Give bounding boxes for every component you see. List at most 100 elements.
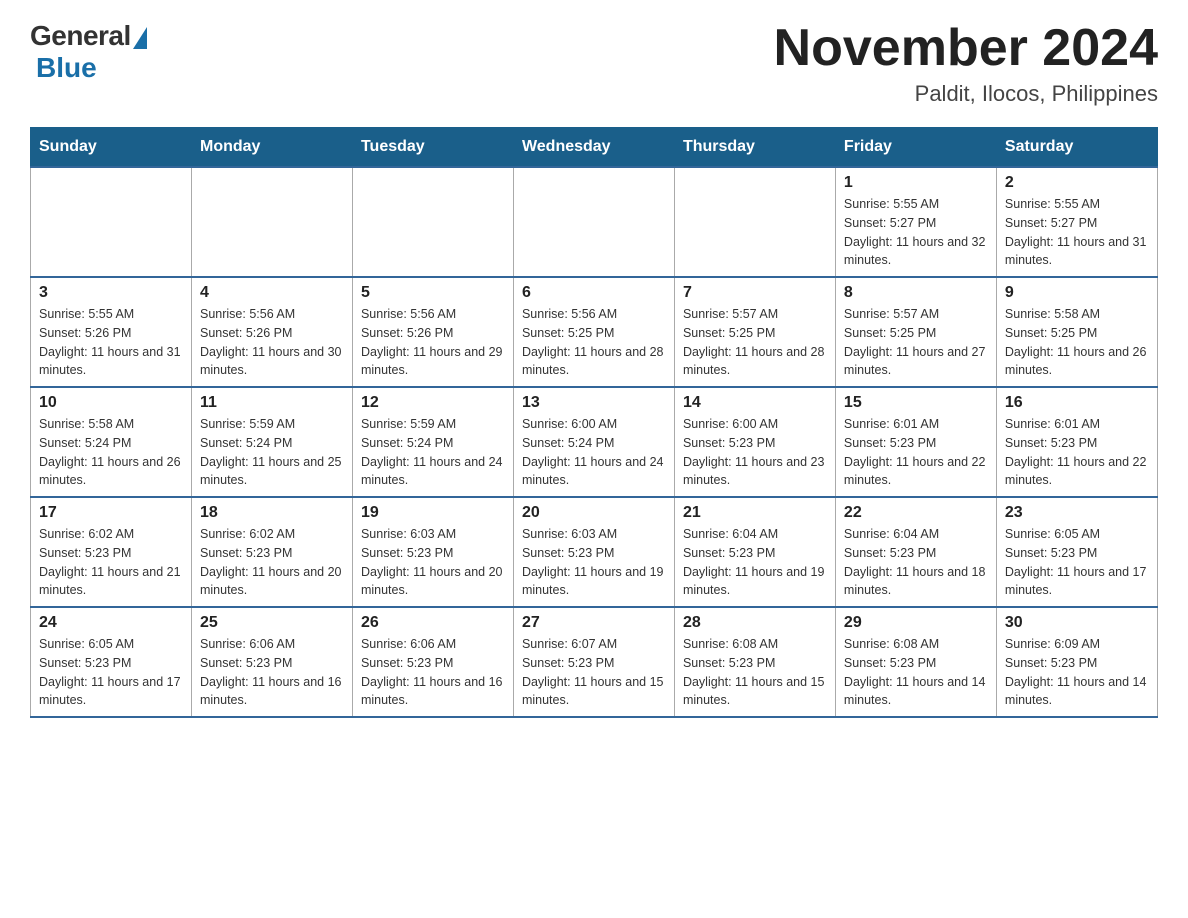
day-number: 2: [1005, 174, 1149, 192]
calendar-cell: 24 Sunrise: 6:05 AMSunset: 5:23 PMDayligh…: [31, 607, 192, 717]
day-info: Sunrise: 5:58 AMSunset: 5:25 PMDaylight:…: [1005, 305, 1149, 380]
day-info: Sunrise: 5:59 AMSunset: 5:24 PMDaylight:…: [200, 415, 344, 490]
page-header: General Blue November 2024 Paldit, Iloco…: [30, 20, 1158, 107]
calendar-cell: 1Sunrise: 5:55 AMSunset: 5:27 PMDaylight…: [835, 167, 996, 277]
day-info: Sunrise: 5:56 AMSunset: 5:26 PMDaylight:…: [361, 305, 505, 380]
day-info: Sunrise: 5:57 AMSunset: 5:25 PMDaylight:…: [844, 305, 988, 380]
calendar-cell: 15Sunrise: 6:01 AMSunset: 5:23 PMDayligh…: [835, 387, 996, 497]
day-number: 20: [522, 504, 666, 522]
logo-blue-text: Blue: [36, 52, 97, 84]
day-info: Sunrise: 5:56 AMSunset: 5:25 PMDaylight:…: [522, 305, 666, 380]
col-monday: Monday: [191, 128, 352, 168]
calendar-week-1: 1Sunrise: 5:55 AMSunset: 5:27 PMDaylight…: [31, 167, 1158, 277]
title-section: November 2024 Paldit, Ilocos, Philippine…: [774, 20, 1158, 107]
calendar-cell: 14 Sunrise: 6:00 AMSunset: 5:23 PMDayligh…: [674, 387, 835, 497]
col-sunday: Sunday: [31, 128, 192, 168]
day-info: Sunrise: 6:03 AMSunset: 5:23 PMDaylight:…: [522, 525, 666, 600]
day-info: Sunrise: 6:08 AMSunset: 5:23 PMDaylight:…: [683, 635, 827, 710]
calendar-cell: 30Sunrise: 6:09 AMSunset: 5:23 PMDayligh…: [996, 607, 1157, 717]
calendar-cell: 2Sunrise: 5:55 AMSunset: 5:27 PMDaylight…: [996, 167, 1157, 277]
calendar-cell: 13Sunrise: 6:00 AMSunset: 5:24 PMDayligh…: [513, 387, 674, 497]
day-number: 8: [844, 284, 988, 302]
day-number: 13: [522, 394, 666, 412]
day-info: Sunrise: 5:56 AMSunset: 5:26 PMDaylight:…: [200, 305, 344, 380]
calendar-week-3: 10 Sunrise: 5:58 AMSunset: 5:24 PMDayligh…: [31, 387, 1158, 497]
calendar-cell: 17Sunrise: 6:02 AMSunset: 5:23 PMDayligh…: [31, 497, 192, 607]
day-info: Sunrise: 6:08 AMSunset: 5:23 PMDaylight:…: [844, 635, 988, 710]
calendar-table: Sunday Monday Tuesday Wednesday Thursday…: [30, 127, 1158, 718]
month-year-title: November 2024: [774, 20, 1158, 77]
calendar-cell: 12 Sunrise: 5:59 AMSunset: 5:24 PMDayligh…: [352, 387, 513, 497]
calendar-cell: 18Sunrise: 6:02 AMSunset: 5:23 PMDayligh…: [191, 497, 352, 607]
day-number: 29: [844, 614, 988, 632]
day-number: 10: [39, 394, 183, 412]
calendar-cell: 3 Sunrise: 5:55 AMSunset: 5:26 PMDaylight…: [31, 277, 192, 387]
day-info: Sunrise: 5:58 AMSunset: 5:24 PMDaylight:…: [39, 415, 183, 490]
day-number: 6: [522, 284, 666, 302]
logo-general-text: General: [30, 20, 131, 52]
col-wednesday: Wednesday: [513, 128, 674, 168]
day-info: Sunrise: 6:02 AMSunset: 5:23 PMDaylight:…: [200, 525, 344, 600]
calendar-week-2: 3 Sunrise: 5:55 AMSunset: 5:26 PMDaylight…: [31, 277, 1158, 387]
day-number: 27: [522, 614, 666, 632]
day-number: 9: [1005, 284, 1149, 302]
calendar-week-4: 17 Sunrise: 6:02 AMSunset: 5:23 PMDayligh…: [31, 497, 1158, 607]
calendar-cell: 29 Sunrise: 6:08 AMSunset: 5:23 PMDayligh…: [835, 607, 996, 717]
calendar-cell: 25Sunrise: 6:06 AMSunset: 5:23 PMDayligh…: [191, 607, 352, 717]
day-number: 28: [683, 614, 827, 632]
day-number: 12: [361, 394, 505, 412]
calendar-cell: 23 Sunrise: 6:05 AMSunset: 5:23 PMDayligh…: [996, 497, 1157, 607]
calendar-cell: 16 Sunrise: 6:01 AMSunset: 5:23 PMDayligh…: [996, 387, 1157, 497]
calendar-cell: 28 Sunrise: 6:08 AMSunset: 5:23 PMDayligh…: [674, 607, 835, 717]
day-info: Sunrise: 6:01 AMSunset: 5:23 PMDaylight:…: [844, 415, 988, 490]
day-info: Sunrise: 5:59 AMSunset: 5:24 PMDaylight:…: [361, 415, 505, 490]
day-number: 23: [1005, 504, 1149, 522]
day-number: 16: [1005, 394, 1149, 412]
day-info: Sunrise: 6:06 AMSunset: 5:23 PMDaylight:…: [361, 635, 505, 710]
calendar-cell: 10 Sunrise: 5:58 AMSunset: 5:24 PMDayligh…: [31, 387, 192, 497]
calendar-cell: 21 Sunrise: 6:04 AMSunset: 5:23 PMDayligh…: [674, 497, 835, 607]
day-info: Sunrise: 6:05 AMSunset: 5:23 PMDaylight:…: [1005, 525, 1149, 600]
day-number: 21: [683, 504, 827, 522]
calendar-cell: 27 Sunrise: 6:07 AMSunset: 5:23 PMDayligh…: [513, 607, 674, 717]
calendar-cell: [191, 167, 352, 277]
day-number: 22: [844, 504, 988, 522]
day-info: Sunrise: 5:57 AMSunset: 5:25 PMDaylight:…: [683, 305, 827, 380]
calendar-cell: 20 Sunrise: 6:03 AMSunset: 5:23 PMDayligh…: [513, 497, 674, 607]
logo: General Blue: [30, 20, 147, 84]
day-number: 30: [1005, 614, 1149, 632]
calendar-cell: 6 Sunrise: 5:56 AMSunset: 5:25 PMDaylight…: [513, 277, 674, 387]
calendar-cell: 4 Sunrise: 5:56 AMSunset: 5:26 PMDaylight…: [191, 277, 352, 387]
col-saturday: Saturday: [996, 128, 1157, 168]
location-text: Paldit, Ilocos, Philippines: [774, 81, 1158, 107]
calendar-header-row: Sunday Monday Tuesday Wednesday Thursday…: [31, 128, 1158, 168]
day-number: 4: [200, 284, 344, 302]
calendar-cell: [352, 167, 513, 277]
day-info: Sunrise: 5:55 AMSunset: 5:27 PMDaylight:…: [844, 195, 988, 270]
calendar-cell: 11Sunrise: 5:59 AMSunset: 5:24 PMDayligh…: [191, 387, 352, 497]
day-info: Sunrise: 6:05 AMSunset: 5:23 PMDaylight:…: [39, 635, 183, 710]
calendar-cell: 5 Sunrise: 5:56 AMSunset: 5:26 PMDaylight…: [352, 277, 513, 387]
calendar-week-5: 24 Sunrise: 6:05 AMSunset: 5:23 PMDayligh…: [31, 607, 1158, 717]
day-number: 17: [39, 504, 183, 522]
logo-triangle-icon: [133, 27, 147, 49]
day-number: 14: [683, 394, 827, 412]
day-number: 3: [39, 284, 183, 302]
col-friday: Friday: [835, 128, 996, 168]
day-number: 19: [361, 504, 505, 522]
calendar-cell: 26Sunrise: 6:06 AMSunset: 5:23 PMDayligh…: [352, 607, 513, 717]
day-number: 5: [361, 284, 505, 302]
day-info: Sunrise: 6:04 AMSunset: 5:23 PMDaylight:…: [683, 525, 827, 600]
calendar-cell: 9 Sunrise: 5:58 AMSunset: 5:25 PMDaylight…: [996, 277, 1157, 387]
calendar-cell: 8 Sunrise: 5:57 AMSunset: 5:25 PMDaylight…: [835, 277, 996, 387]
day-info: Sunrise: 6:03 AMSunset: 5:23 PMDaylight:…: [361, 525, 505, 600]
day-info: Sunrise: 6:00 AMSunset: 5:23 PMDaylight:…: [683, 415, 827, 490]
day-info: Sunrise: 6:04 AMSunset: 5:23 PMDaylight:…: [844, 525, 988, 600]
day-info: Sunrise: 6:07 AMSunset: 5:23 PMDaylight:…: [522, 635, 666, 710]
day-number: 24: [39, 614, 183, 632]
day-number: 7: [683, 284, 827, 302]
calendar-cell: 19 Sunrise: 6:03 AMSunset: 5:23 PMDayligh…: [352, 497, 513, 607]
calendar-cell: 7 Sunrise: 5:57 AMSunset: 5:25 PMDaylight…: [674, 277, 835, 387]
day-info: Sunrise: 5:55 AMSunset: 5:26 PMDaylight:…: [39, 305, 183, 380]
day-info: Sunrise: 6:01 AMSunset: 5:23 PMDaylight:…: [1005, 415, 1149, 490]
